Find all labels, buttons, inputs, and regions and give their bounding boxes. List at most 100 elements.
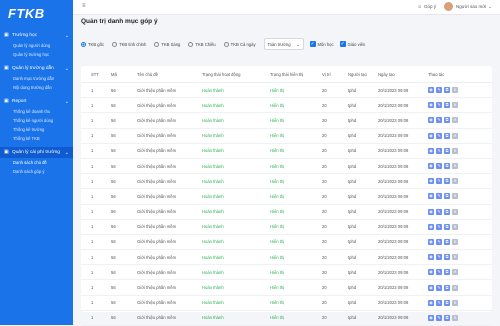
edit-icon[interactable]: ✎ [436, 132, 442, 139]
sidebar-item[interactable]: Thống kê người dùng [0, 116, 73, 125]
view-icon[interactable]: ◉ [428, 254, 434, 261]
view-icon[interactable]: ◉ [428, 147, 434, 154]
delete-icon[interactable]: ✕ [452, 132, 458, 139]
view-icon[interactable]: ◉ [428, 299, 434, 306]
sidebar-item[interactable]: Quản lý trường học [0, 50, 73, 59]
menu-toggle-icon[interactable]: ≡ [82, 3, 86, 9]
copy-icon[interactable]: ⧉ [444, 132, 450, 139]
edit-icon[interactable]: ✎ [436, 223, 442, 230]
copy-icon[interactable]: ⧉ [444, 223, 450, 230]
user-name[interactable]: Người sao mới [456, 4, 486, 9]
chevron-down-icon[interactable]: ⌄ [488, 4, 492, 10]
delete-icon[interactable]: ✕ [452, 238, 458, 245]
view-icon[interactable]: ◉ [428, 284, 434, 291]
view-icon[interactable]: ◉ [428, 163, 434, 170]
checkbox-option[interactable]: ✓ Giáo viên [339, 41, 365, 47]
delete-icon[interactable]: ✕ [452, 223, 458, 230]
edit-icon[interactable]: ✎ [436, 208, 442, 215]
sidebar-item[interactable]: Nội dung trường dẫn [0, 83, 73, 92]
edit-icon[interactable]: ✎ [436, 299, 442, 306]
radio-option[interactable]: TKB gốc [81, 41, 104, 47]
delete-icon[interactable]: ✕ [452, 87, 458, 94]
copy-icon[interactable]: ⧉ [444, 147, 450, 154]
edit-icon[interactable]: ✎ [436, 314, 442, 321]
delete-icon[interactable]: ✕ [452, 102, 458, 109]
edit-icon[interactable]: ✎ [436, 147, 442, 154]
view-icon[interactable]: ◉ [428, 269, 434, 276]
copy-icon[interactable]: ⧉ [444, 193, 450, 200]
nav-group-header[interactable]: ▣ Report ⌄ [0, 96, 73, 107]
chevron-down-icon: ⌄ [64, 65, 69, 72]
radio-option[interactable]: TKB Cả ngày [223, 41, 256, 47]
school-select[interactable]: Toàn trường ⌄ [263, 38, 304, 50]
copy-icon[interactable]: ⧉ [444, 102, 450, 109]
edit-icon[interactable]: ✎ [436, 102, 442, 109]
edit-icon[interactable]: ✎ [436, 254, 442, 261]
edit-icon[interactable]: ✎ [436, 269, 442, 276]
copy-icon[interactable]: ⧉ [444, 178, 450, 185]
nav-group-header[interactable]: ▣ Trường học ⌄ [0, 30, 73, 41]
sidebar-item[interactable]: Thống kê trường [0, 125, 73, 134]
view-icon[interactable]: ◉ [428, 178, 434, 185]
delete-icon[interactable]: ✕ [452, 299, 458, 306]
sidebar-item[interactable]: Thống kê TKB [0, 134, 73, 143]
delete-icon[interactable]: ✕ [452, 193, 458, 200]
sidebar-item[interactable]: Danh sách chủ đề [0, 158, 73, 167]
copy-icon[interactable]: ⧉ [444, 163, 450, 170]
table-cell: 56 [111, 254, 116, 260]
radio-option[interactable]: TKB Sáng [154, 41, 180, 47]
delete-icon[interactable]: ✕ [452, 163, 458, 170]
delete-icon[interactable]: ✕ [452, 314, 458, 321]
view-icon[interactable]: ◉ [428, 314, 434, 321]
table-cell: 1 [91, 209, 94, 215]
view-icon[interactable]: ◉ [428, 132, 434, 139]
table-cell: Hiển thị [270, 285, 285, 291]
radio-option[interactable]: TKB Chiều [188, 41, 216, 47]
view-icon[interactable]: ◉ [428, 208, 434, 215]
copy-icon[interactable]: ⧉ [444, 238, 450, 245]
edit-icon[interactable]: ✎ [436, 284, 442, 291]
copy-icon[interactable]: ⧉ [444, 284, 450, 291]
copy-icon[interactable]: ⧉ [444, 299, 450, 306]
copy-icon[interactable]: ⧉ [444, 269, 450, 276]
copy-icon[interactable]: ⧉ [444, 208, 450, 215]
copy-icon[interactable]: ⧉ [444, 314, 450, 321]
delete-icon[interactable]: ✕ [452, 284, 458, 291]
nav-group-header[interactable]: ▣ Quản lý cài phí trường ⌄ [0, 147, 73, 158]
feedback-icon[interactable]: ☺ [417, 4, 422, 9]
delete-icon[interactable]: ✕ [452, 117, 458, 124]
radio-icon [188, 41, 194, 47]
copy-icon[interactable]: ⧉ [444, 87, 450, 94]
table-cell: Hiển thị [270, 315, 285, 321]
view-icon[interactable]: ◉ [428, 223, 434, 230]
sidebar-item[interactable]: Danh mục trường dẫn [0, 74, 73, 83]
sidebar-item[interactable]: Quản lý người dùng [0, 41, 73, 50]
avatar[interactable] [444, 2, 454, 11]
copy-icon[interactable]: ⧉ [444, 254, 450, 261]
sidebar-item[interactable]: Danh sách góp ý [0, 167, 73, 176]
edit-icon[interactable]: ✎ [436, 87, 442, 94]
view-icon[interactable]: ◉ [428, 238, 434, 245]
delete-icon[interactable]: ✕ [452, 147, 458, 154]
delete-icon[interactable]: ✕ [452, 269, 458, 276]
delete-icon[interactable]: ✕ [452, 178, 458, 185]
edit-icon[interactable]: ✎ [436, 117, 442, 124]
edit-icon[interactable]: ✎ [436, 193, 442, 200]
delete-icon[interactable]: ✕ [452, 208, 458, 215]
nav-group-header[interactable]: ▣ Quản lý trường dẫn ⌄ [0, 63, 73, 74]
edit-icon[interactable]: ✎ [436, 238, 442, 245]
checkbox-option[interactable]: ✓ Môn học [309, 41, 334, 47]
view-icon[interactable]: ◉ [428, 102, 434, 109]
view-icon[interactable]: ◉ [428, 87, 434, 94]
view-icon[interactable]: ◉ [428, 193, 434, 200]
table-cell: tphd [348, 178, 357, 184]
copy-icon[interactable]: ⧉ [444, 117, 450, 124]
edit-icon[interactable]: ✎ [436, 163, 442, 170]
delete-icon[interactable]: ✕ [452, 254, 458, 261]
view-icon[interactable]: ◉ [428, 117, 434, 124]
feedback-label[interactable]: Góp ý [424, 4, 436, 9]
radio-option[interactable]: TKB tinh chỉnh [112, 41, 146, 47]
nav-group: ▣ Report ⌄ Thống kê doanh thu Thống kê người… [0, 96, 73, 143]
sidebar-item[interactable]: Thống kê doanh thu [0, 107, 73, 116]
edit-icon[interactable]: ✎ [436, 178, 442, 185]
